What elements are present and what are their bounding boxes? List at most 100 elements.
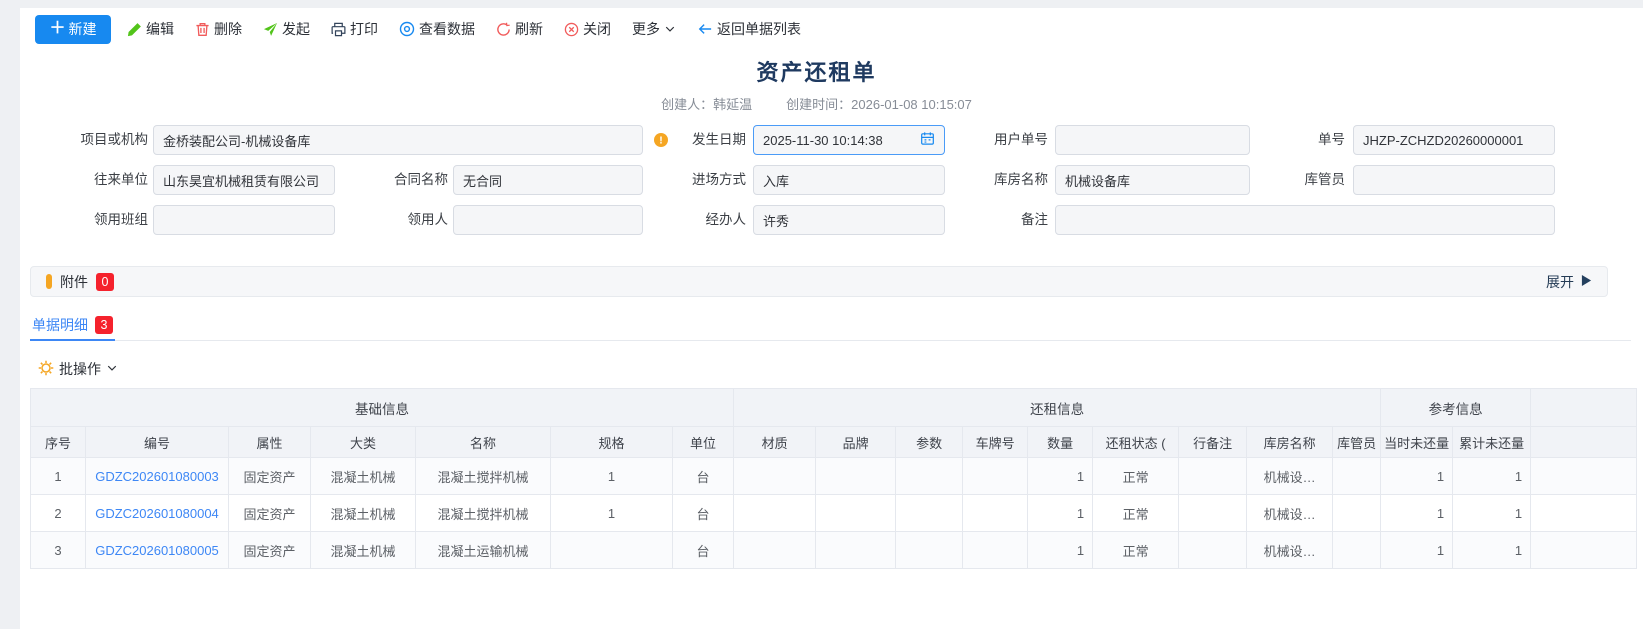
cell bbox=[963, 495, 1028, 532]
cell: 1 bbox=[1381, 495, 1453, 532]
expand-button[interactable]: 展开 bbox=[1546, 272, 1592, 292]
table-row: 1GDZC202601080003固定资产混凝土机械混凝土搅拌机械1台1正常机械… bbox=[31, 458, 1637, 495]
column-header-spacer bbox=[1531, 427, 1637, 458]
cell: 机械设… bbox=[1247, 532, 1333, 569]
cell: 1 bbox=[31, 458, 86, 495]
batch-operation-button[interactable]: 批操作 bbox=[38, 359, 118, 379]
created-label: 创建时间： bbox=[786, 97, 851, 112]
column-header: 还租状态 ( bbox=[1093, 427, 1179, 458]
detail-table-container: 基础信息还租信息参考信息序号编号属性大类名称规格单位材质品牌参数车牌号数量还租状… bbox=[30, 388, 1636, 569]
batch-operation-label: 批操作 bbox=[59, 359, 101, 379]
project-label: 项目或机构 bbox=[48, 125, 148, 155]
counterparty-label: 往来单位 bbox=[48, 165, 148, 195]
counterparty-field[interactable]: 山东昊宜机械租赁有限公司 bbox=[153, 165, 335, 195]
cell bbox=[734, 458, 816, 495]
form-row-2: 往来单位 山东昊宜机械租赁有限公司 合同名称 无合同 进场方式 入库 库房名称 … bbox=[20, 165, 1643, 195]
launch-button[interactable]: 发起 bbox=[263, 19, 310, 39]
cell: 混凝土搅拌机械 bbox=[416, 495, 551, 532]
project-field[interactable]: 金桥装配公司-机械设备库 bbox=[153, 125, 643, 155]
attachment-bar[interactable]: 附件 0 展开 bbox=[30, 266, 1608, 297]
new-button[interactable]: ＋ 新建 bbox=[35, 15, 111, 44]
close-button[interactable]: 关闭 bbox=[564, 19, 611, 39]
cell bbox=[816, 532, 896, 569]
doc-meta: 创建人：韩延温创建时间：2026-01-08 10:15:07 bbox=[20, 94, 1613, 113]
occur-date-value: 2025-11-30 10:14:38 bbox=[763, 133, 883, 148]
tab-bar: 单据明细 3 bbox=[30, 310, 1631, 341]
cell: 机械设… bbox=[1247, 458, 1333, 495]
entry-mode-label: 进场方式 bbox=[646, 165, 746, 195]
trash-icon bbox=[195, 22, 210, 37]
cell: 正常 bbox=[1093, 532, 1179, 569]
cell bbox=[1179, 532, 1247, 569]
column-header: 数量 bbox=[1028, 427, 1093, 458]
column-header: 参数 bbox=[896, 427, 963, 458]
chevron-down-icon bbox=[106, 361, 118, 377]
column-header-row: 序号编号属性大类名称规格单位材质品牌参数车牌号数量还租状态 (行备注库房名称库管… bbox=[31, 427, 1637, 458]
printer-icon bbox=[331, 22, 346, 37]
recipient-field[interactable] bbox=[453, 205, 643, 235]
cell: 混凝土搅拌机械 bbox=[416, 458, 551, 495]
print-button[interactable]: 打印 bbox=[331, 19, 378, 39]
expand-label: 展开 bbox=[1546, 272, 1574, 292]
warehouse-field[interactable]: 机械设备库 bbox=[1055, 165, 1250, 195]
refresh-icon bbox=[496, 22, 511, 37]
calendar-icon[interactable] bbox=[920, 131, 935, 149]
cell: 1 bbox=[1453, 532, 1531, 569]
cell: 1 bbox=[1453, 458, 1531, 495]
keeper-field[interactable] bbox=[1353, 165, 1555, 195]
more-label: 更多 bbox=[632, 19, 660, 39]
refresh-button[interactable]: 刷新 bbox=[496, 19, 543, 39]
cell bbox=[816, 495, 896, 532]
team-label: 领用班组 bbox=[48, 205, 148, 235]
cell bbox=[1333, 532, 1381, 569]
cell: 台 bbox=[673, 495, 734, 532]
column-header: 属性 bbox=[229, 427, 311, 458]
cell bbox=[734, 532, 816, 569]
delete-button[interactable]: 删除 bbox=[195, 19, 242, 39]
cell: 2 bbox=[31, 495, 86, 532]
cell: 混凝土运输机械 bbox=[416, 532, 551, 569]
table-row: 3GDZC202601080005固定资产混凝土机械混凝土运输机械台1正常机械设… bbox=[31, 532, 1637, 569]
group-header: 基础信息 bbox=[31, 389, 734, 427]
remark-label: 备注 bbox=[948, 205, 1048, 235]
cell: 1 bbox=[1028, 458, 1093, 495]
entry-mode-field[interactable]: 入库 bbox=[753, 165, 945, 195]
asset-code-link[interactable]: GDZC202601080005 bbox=[86, 532, 229, 569]
print-label: 打印 bbox=[350, 19, 378, 39]
column-header: 库房名称 bbox=[1247, 427, 1333, 458]
agent-field[interactable]: 许秀 bbox=[753, 205, 945, 235]
tab-detail[interactable]: 单据明细 3 bbox=[30, 310, 115, 341]
cell-spacer bbox=[1531, 458, 1637, 495]
cell: 固定资产 bbox=[229, 532, 311, 569]
attachment-marker-icon bbox=[46, 274, 52, 289]
column-header: 编号 bbox=[86, 427, 229, 458]
team-field[interactable] bbox=[153, 205, 335, 235]
cell: 正常 bbox=[1093, 495, 1179, 532]
view-data-button[interactable]: 查看数据 bbox=[399, 19, 475, 39]
edit-button[interactable]: 编辑 bbox=[127, 19, 174, 39]
cell: 3 bbox=[31, 532, 86, 569]
creator-value: 韩延温 bbox=[713, 97, 752, 112]
cell bbox=[1179, 495, 1247, 532]
cell: 正常 bbox=[1093, 458, 1179, 495]
creator-label: 创建人： bbox=[661, 97, 713, 112]
cell: 1 bbox=[1028, 532, 1093, 569]
remark-field[interactable] bbox=[1055, 205, 1555, 235]
more-button[interactable]: 更多 bbox=[632, 19, 676, 39]
asset-code-link[interactable]: GDZC202601080004 bbox=[86, 495, 229, 532]
doc-no-field[interactable]: JHZP-ZCHZD20260000001 bbox=[1353, 125, 1555, 155]
user-no-field[interactable] bbox=[1055, 125, 1250, 155]
occur-date-label: 发生日期 bbox=[646, 125, 746, 155]
asset-code-link[interactable]: GDZC202601080003 bbox=[86, 458, 229, 495]
attachment-count-badge: 0 bbox=[96, 273, 114, 291]
group-header-row: 基础信息还租信息参考信息 bbox=[31, 389, 1637, 427]
contract-label: 合同名称 bbox=[348, 165, 448, 195]
cell bbox=[963, 458, 1028, 495]
back-to-list-button[interactable]: 返回单据列表 bbox=[697, 19, 801, 39]
contract-field[interactable]: 无合同 bbox=[453, 165, 643, 195]
gear-icon bbox=[38, 360, 54, 379]
cell bbox=[551, 532, 673, 569]
occur-date-field[interactable]: 2025-11-30 10:14:38 bbox=[753, 125, 945, 155]
launch-label: 发起 bbox=[282, 19, 310, 39]
detail-count-badge: 3 bbox=[95, 316, 113, 334]
